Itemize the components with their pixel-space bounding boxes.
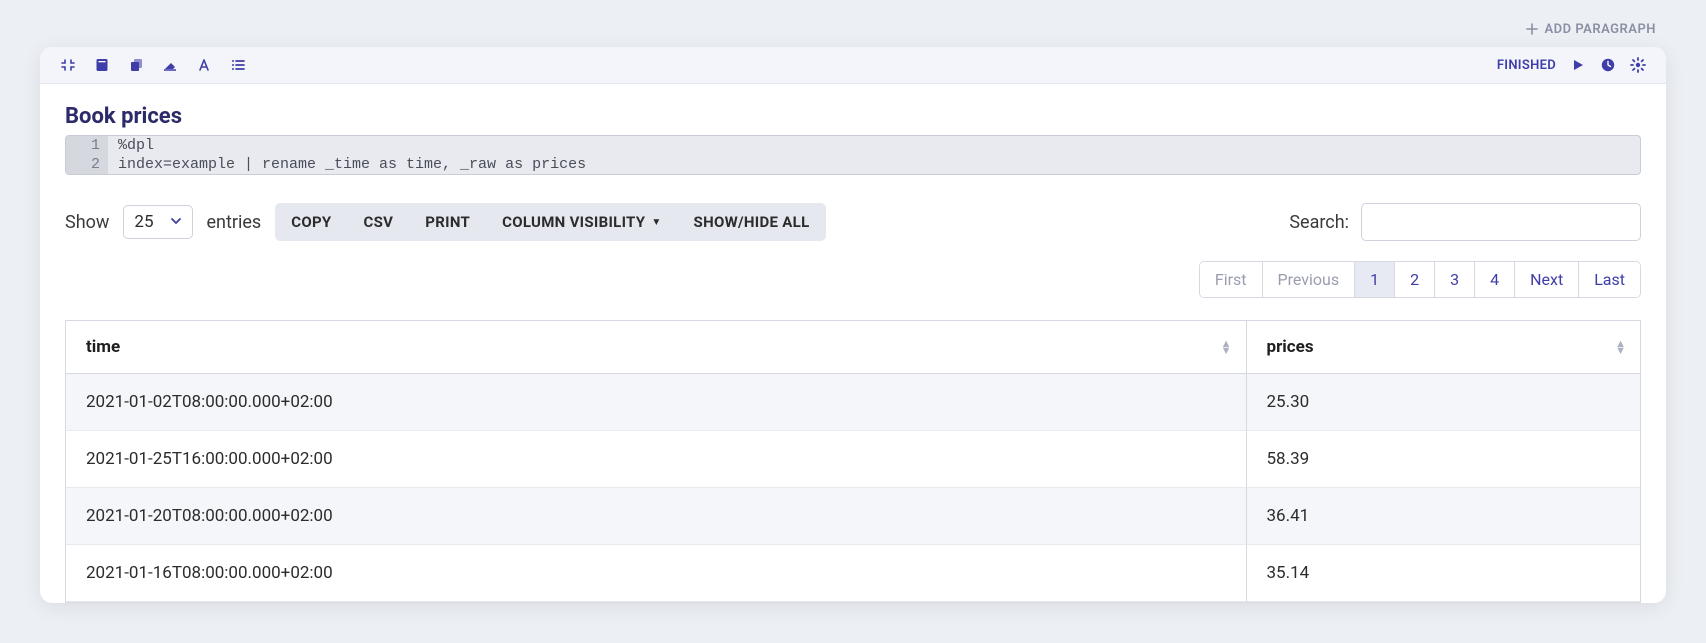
pagination: First Previous 1 2 3 4 Next Last [1199, 261, 1641, 298]
results-table: time ▲▼ prices ▲▼ 2021-01-02T08:00:00.00… [65, 320, 1641, 603]
book-icon[interactable] [94, 57, 110, 73]
pager-page-4[interactable]: 4 [1474, 262, 1514, 297]
column-header-time[interactable]: time ▲▼ [66, 321, 1247, 374]
cell-time: 2021-01-20T08:00:00.000+02:00 [66, 488, 1247, 545]
code-text: %dpl [108, 136, 1640, 155]
pager-next[interactable]: Next [1514, 262, 1578, 297]
plus-icon [1526, 23, 1538, 35]
line-number: 2 [66, 155, 108, 174]
font-icon[interactable] [196, 57, 212, 73]
table-row: 2021-01-16T08:00:00.000+02:00 35.14 [66, 545, 1640, 602]
play-icon[interactable] [1570, 57, 1586, 73]
cell-prices: 25.30 [1247, 374, 1641, 431]
search-label: Search: [1289, 212, 1349, 233]
clock-icon[interactable] [1600, 57, 1616, 73]
entries-label: entries [207, 212, 262, 233]
code-line: 2 index=example | rename _time as time, … [66, 155, 1640, 174]
table-row: 2021-01-02T08:00:00.000+02:00 25.30 [66, 374, 1640, 431]
pager-first[interactable]: First [1200, 262, 1262, 297]
pager-page-1[interactable]: 1 [1354, 262, 1394, 297]
caret-down-icon: ▼ [651, 217, 661, 228]
pager-page-2[interactable]: 2 [1394, 262, 1434, 297]
col-prices-label: prices [1267, 337, 1314, 357]
chevron-down-icon [170, 212, 182, 232]
cell-time: 2021-01-25T16:00:00.000+02:00 [66, 431, 1247, 488]
cell-prices: 58.39 [1247, 431, 1641, 488]
collapse-icon[interactable] [60, 57, 76, 73]
col-time-label: time [86, 337, 120, 357]
column-header-prices[interactable]: prices ▲▼ [1247, 321, 1641, 374]
sort-icon: ▲▼ [1221, 340, 1232, 354]
cell-prices: 36.41 [1247, 488, 1641, 545]
colvis-label: COLUMN VISIBILITY [502, 213, 645, 231]
show-label: Show [65, 212, 109, 233]
pager-last[interactable]: Last [1578, 262, 1640, 297]
paragraph-toolbar: FINISHED [40, 47, 1666, 84]
eraser-icon[interactable] [162, 57, 178, 73]
table-button-group: COPY CSV PRINT COLUMN VISIBILITY ▼ SHOW/… [275, 203, 825, 241]
copy-icon[interactable] [128, 57, 144, 73]
column-visibility-button[interactable]: COLUMN VISIBILITY ▼ [486, 203, 677, 241]
page-size-value: 25 [134, 212, 153, 232]
add-paragraph-label: ADD PARAGRAPH [1544, 22, 1656, 37]
paragraph-card: FINISHED Book prices 1 %dpl 2 index=exam… [40, 47, 1666, 603]
show-hide-all-button[interactable]: SHOW/HIDE ALL [678, 203, 826, 241]
table-row: 2021-01-20T08:00:00.000+02:00 36.41 [66, 488, 1640, 545]
cell-prices: 35.14 [1247, 545, 1641, 602]
table-row: 2021-01-25T16:00:00.000+02:00 58.39 [66, 431, 1640, 488]
print-button[interactable]: PRINT [409, 203, 486, 241]
sort-icon: ▲▼ [1615, 340, 1626, 354]
search-input[interactable] [1361, 203, 1641, 241]
pager-page-3[interactable]: 3 [1434, 262, 1474, 297]
line-number: 1 [66, 136, 108, 155]
status-label: FINISHED [1497, 58, 1556, 73]
code-line: 1 %dpl [66, 136, 1640, 155]
page-size-select[interactable]: 25 [123, 205, 192, 239]
add-paragraph-button[interactable]: ADD PARAGRAPH [1526, 22, 1656, 37]
gear-icon[interactable] [1630, 57, 1646, 73]
cell-time: 2021-01-02T08:00:00.000+02:00 [66, 374, 1247, 431]
code-text: index=example | rename _time as time, _r… [108, 155, 1640, 174]
list-icon[interactable] [230, 57, 246, 73]
pager-previous[interactable]: Previous [1262, 262, 1355, 297]
cell-time: 2021-01-16T08:00:00.000+02:00 [66, 545, 1247, 602]
copy-button[interactable]: COPY [275, 203, 347, 241]
csv-button[interactable]: CSV [348, 203, 410, 241]
paragraph-title: Book prices [65, 104, 1641, 129]
code-editor[interactable]: 1 %dpl 2 index=example | rename _time as… [65, 135, 1641, 175]
